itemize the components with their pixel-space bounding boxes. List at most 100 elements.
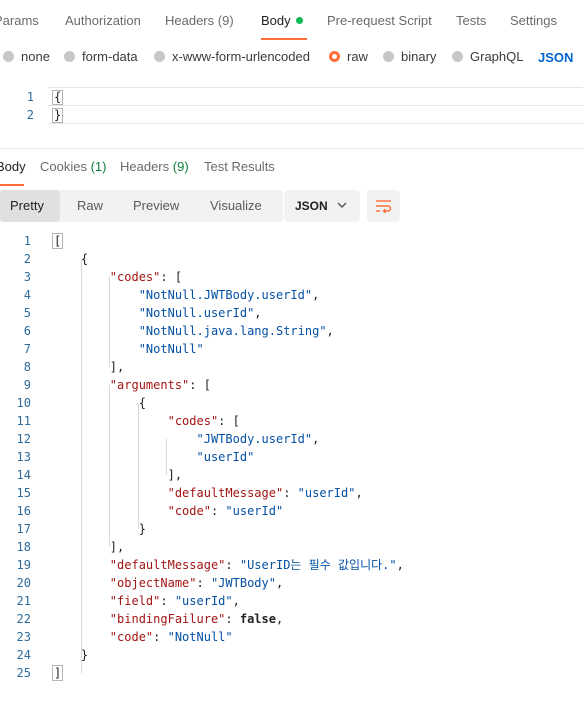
response-line: 4 "NotNull.JWTBody.userId",: [0, 286, 583, 304]
chevron-down-icon: [337, 202, 347, 208]
response-format-select[interactable]: JSON: [284, 190, 360, 222]
response-line: 17 }: [0, 520, 583, 538]
tab-authorization[interactable]: Authorization: [65, 13, 141, 28]
response-tab-cookies[interactable]: Cookies (1): [40, 159, 106, 174]
line-number: 12: [16, 432, 31, 446]
code-text: "NotNull.userId",: [138, 306, 262, 320]
line-number: 8: [23, 360, 31, 374]
code-text: "JWTBody.userId",: [196, 432, 320, 446]
response-line: 5 "NotNull.userId",: [0, 304, 583, 322]
line-number: 24: [16, 648, 31, 662]
code-text: ],: [52, 360, 125, 374]
line-number: 5: [23, 306, 31, 320]
line-number: 9: [23, 378, 31, 392]
wrap-lines-button[interactable]: [367, 190, 400, 222]
radio-circle-icon: [3, 51, 14, 62]
response-tab-test-results[interactable]: Test Results: [204, 159, 275, 174]
response-body-viewer[interactable]: 1[2 {3 "codes": [4 "NotNull.JWTBody.user…: [0, 232, 583, 692]
code-text: "arguments": [: [109, 378, 211, 392]
code-text: ]: [52, 665, 64, 681]
tab-settings[interactable]: Settings: [510, 13, 557, 28]
code-text: [: [52, 233, 64, 249]
request-body-editor[interactable]: 1 { 2 }: [0, 86, 583, 126]
response-line: 23 "code": "NotNull": [0, 628, 583, 646]
line-number: 19: [16, 558, 31, 572]
tab-params[interactable]: Params: [0, 13, 39, 28]
body-type-options: none form-data x-www-form-urlencoded raw…: [0, 49, 583, 69]
code-text: ],: [52, 468, 183, 482]
response-line: 3 "codes": [: [0, 268, 583, 286]
code-text: "userId": [196, 450, 255, 464]
response-line: 12 "JWTBody.userId",: [0, 430, 583, 448]
code-text: {: [52, 90, 64, 105]
radio-raw[interactable]: raw: [329, 49, 368, 64]
code-text: }: [52, 648, 89, 662]
code-text: "defaultMessage": "UserID는 필수 값입니다.",: [109, 558, 404, 572]
radio-circle-icon: [154, 51, 165, 62]
radio-graphql[interactable]: GraphQL: [452, 49, 523, 64]
body-active-dot-icon: [295, 17, 303, 24]
radio-selected-icon: [329, 51, 340, 62]
response-line: 2 {: [0, 250, 583, 268]
code-text: "NotNull": [138, 342, 204, 356]
active-tab-indicator: [261, 38, 307, 40]
code-text: "code": "userId": [167, 504, 284, 518]
line-number: 13: [16, 450, 31, 464]
editor-line: 2 }: [0, 106, 583, 124]
code-text: "codes": [: [109, 270, 183, 284]
response-tab-body[interactable]: Body: [0, 159, 26, 174]
response-line: 25]: [0, 664, 583, 682]
code-text: {: [52, 252, 89, 266]
response-line: 19 "defaultMessage": "UserID는 필수 값입니다.",: [0, 556, 583, 574]
format-select-label: JSON: [295, 199, 328, 213]
line-number: 10: [16, 396, 31, 410]
editor-line: 1 {: [0, 88, 583, 106]
view-raw-button[interactable]: Raw: [67, 190, 113, 222]
tab-headers[interactable]: Headers (9): [165, 13, 234, 28]
body-format-dropdown[interactable]: JSON: [538, 50, 573, 65]
response-line: 24 }: [0, 646, 583, 664]
code-text: "objectName": "JWTBody",: [109, 576, 284, 590]
response-tab-headers[interactable]: Headers (9): [120, 159, 189, 174]
response-line: 8 ],: [0, 358, 583, 376]
radio-circle-icon: [452, 51, 463, 62]
line-number: 11: [16, 414, 31, 428]
view-preview-button[interactable]: Preview: [123, 190, 189, 222]
response-line: 7 "NotNull": [0, 340, 583, 358]
wrap-lines-icon: [376, 200, 392, 214]
line-number: 1: [26, 90, 34, 104]
tab-pre-request-script[interactable]: Pre-request Script: [327, 13, 432, 28]
view-visualize-button[interactable]: Visualize: [200, 190, 272, 222]
line-number: 18: [16, 540, 31, 554]
section-divider: [0, 148, 583, 149]
radio-form-data[interactable]: form-data: [64, 49, 138, 64]
code-text: "NotNull.java.lang.String",: [138, 324, 334, 338]
view-mode-switcher: Pretty Raw Preview Visualize: [0, 190, 283, 222]
line-number: 23: [16, 630, 31, 644]
response-line: 16 "code": "userId": [0, 502, 583, 520]
radio-circle-icon: [64, 51, 75, 62]
response-line: 1[: [0, 232, 583, 250]
code-text: "code": "NotNull": [109, 630, 233, 644]
code-text: }: [52, 108, 64, 123]
radio-x-www-form-urlencoded[interactable]: x-www-form-urlencoded: [154, 49, 310, 64]
radio-binary[interactable]: binary: [383, 49, 436, 64]
line-number: 6: [23, 324, 31, 338]
response-line: 9 "arguments": [: [0, 376, 583, 394]
response-line: 11 "codes": [: [0, 412, 583, 430]
tab-body[interactable]: Body: [261, 13, 303, 28]
code-text: }: [52, 522, 146, 536]
line-number: 22: [16, 612, 31, 626]
line-number: 14: [16, 468, 31, 482]
response-line: 22 "bindingFailure": false,: [0, 610, 583, 628]
view-pretty-button[interactable]: Pretty: [0, 190, 60, 222]
code-text: "defaultMessage": "userId",: [167, 486, 363, 500]
response-line: 10 {: [0, 394, 583, 412]
response-line: 18 ],: [0, 538, 583, 556]
radio-none[interactable]: none: [3, 49, 50, 64]
line-number: 2: [23, 252, 31, 266]
code-text: {: [52, 396, 146, 410]
tab-tests[interactable]: Tests: [456, 13, 486, 28]
response-line: 6 "NotNull.java.lang.String",: [0, 322, 583, 340]
response-line: 14 ],: [0, 466, 583, 484]
